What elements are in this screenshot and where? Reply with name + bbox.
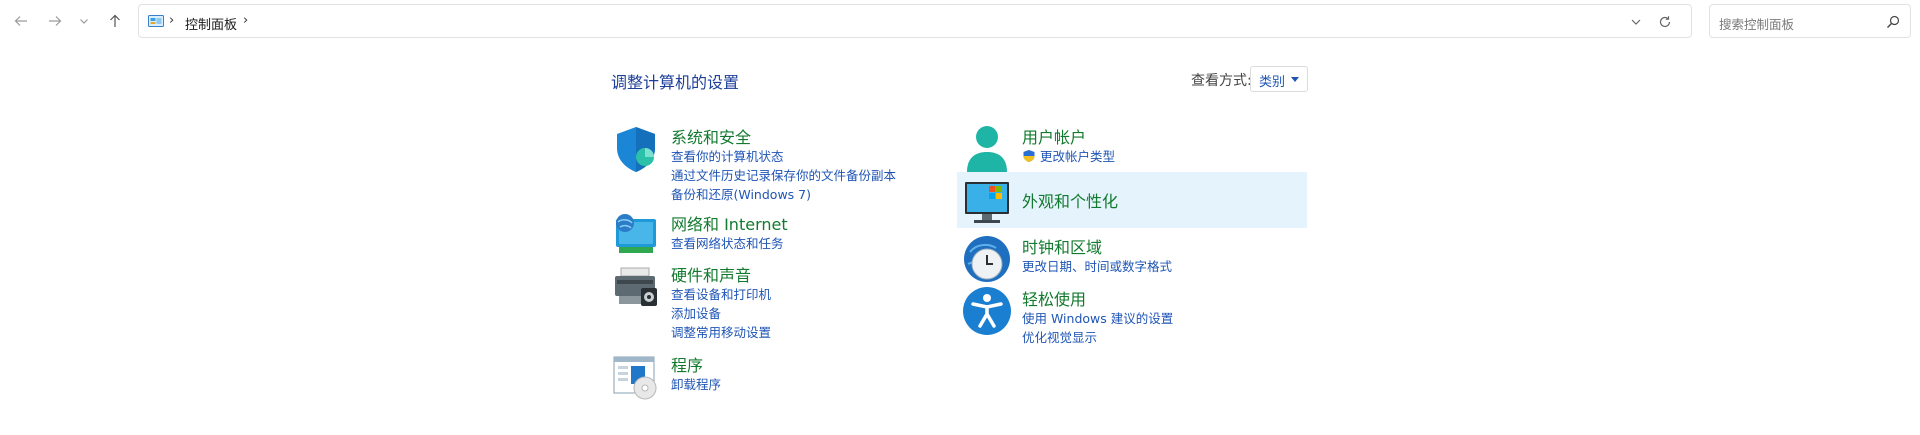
chevron-down-icon xyxy=(80,19,88,24)
link-file-history-backup[interactable]: 通过文件历史记录保存你的文件备份副本 xyxy=(671,165,896,184)
search-input[interactable]: 搜索控制面板 xyxy=(1719,14,1794,33)
clock-globe-icon xyxy=(962,234,1012,284)
link-recommended-settings[interactable]: 使用 Windows 建议的设置 xyxy=(1022,308,1173,327)
network-globe-icon xyxy=(611,211,661,261)
link-optimize-visual-display[interactable]: 优化视觉显示 xyxy=(1022,327,1097,346)
view-by-value: 类别 xyxy=(1259,75,1286,90)
link-change-account-type-text: 更改帐户类型 xyxy=(1039,149,1115,164)
link-view-network-status[interactable]: 查看网络状态和任务 xyxy=(671,233,784,252)
search-icon[interactable] xyxy=(1886,14,1900,33)
chevron-down-icon xyxy=(1631,19,1641,25)
address-bar[interactable]: › 控制面板 › xyxy=(138,4,1692,38)
arrow-right-icon xyxy=(49,16,62,26)
accessibility-icon xyxy=(962,286,1012,336)
recent-locations-button[interactable] xyxy=(74,8,94,34)
category-title[interactable]: 外观和个性化 xyxy=(1022,188,1118,212)
shield-icon xyxy=(611,124,661,174)
forward-button[interactable] xyxy=(42,8,68,34)
category-title[interactable]: 轻松使用 xyxy=(1022,286,1086,310)
link-change-account-type[interactable]: 更改帐户类型 xyxy=(1022,146,1115,165)
category-title[interactable]: 用户帐户 xyxy=(1022,124,1086,148)
category-programs[interactable]: 程序 卸载程序 xyxy=(611,352,931,402)
uac-shield-icon xyxy=(1023,150,1035,162)
arrow-up-icon xyxy=(110,14,120,27)
search-box[interactable]: 搜索控制面板 xyxy=(1709,4,1911,38)
link-change-date-time-format[interactable]: 更改日期、时间或数字格式 xyxy=(1022,256,1172,275)
breadcrumb-separator-trailing[interactable]: › xyxy=(243,13,248,28)
refresh-icon xyxy=(1659,16,1671,28)
category-appearance-personalization[interactable]: 外观和个性化 xyxy=(962,180,1282,224)
category-system-security[interactable]: 系统和安全 查看你的计算机状态 通过文件历史记录保存你的文件备份副本 备份和还原… xyxy=(611,124,931,204)
link-uninstall-program[interactable]: 卸载程序 xyxy=(671,374,721,393)
user-icon xyxy=(962,124,1012,174)
category-title[interactable]: 系统和安全 xyxy=(671,124,751,148)
dropdown-arrow-icon xyxy=(1291,77,1299,82)
category-title[interactable]: 时钟和区域 xyxy=(1022,234,1102,258)
refresh-button[interactable] xyxy=(1658,14,1672,33)
address-history-dropdown[interactable] xyxy=(1629,14,1643,33)
back-button[interactable] xyxy=(8,8,34,34)
link-mobility-settings[interactable]: 调整常用移动设置 xyxy=(671,322,771,341)
category-network-internet[interactable]: 网络和 Internet 查看网络状态和任务 xyxy=(611,211,931,261)
category-hardware-sound[interactable]: 硬件和声音 查看设备和打印机 添加设备 调整常用移动设置 xyxy=(611,262,931,342)
breadcrumb-separator: › xyxy=(169,13,175,28)
link-view-computer-status[interactable]: 查看你的计算机状态 xyxy=(671,146,784,165)
link-devices-printers[interactable]: 查看设备和打印机 xyxy=(671,284,771,303)
category-title[interactable]: 网络和 Internet xyxy=(671,211,788,235)
view-by-dropdown[interactable]: 类别 xyxy=(1250,66,1308,92)
category-clock-region[interactable]: 时钟和区域 更改日期、时间或数字格式 xyxy=(962,234,1282,284)
category-title[interactable]: 硬件和声音 xyxy=(671,262,751,286)
page-title: 调整计算机的设置 xyxy=(611,73,740,92)
breadcrumb-control-panel[interactable]: 控制面板 xyxy=(185,14,237,33)
category-title[interactable]: 程序 xyxy=(671,352,703,376)
programs-disc-icon xyxy=(611,352,661,402)
link-backup-restore[interactable]: 备份和还原(Windows 7) xyxy=(671,184,811,203)
printer-icon xyxy=(611,262,661,312)
arrow-left-icon xyxy=(14,16,27,26)
link-add-device[interactable]: 添加设备 xyxy=(671,303,721,322)
view-by-label: 查看方式: xyxy=(1191,73,1252,89)
control-panel-icon xyxy=(148,14,164,33)
monitor-palette-icon xyxy=(962,180,1012,230)
category-user-accounts[interactable]: 用户帐户 更改帐户类型 xyxy=(962,124,1282,174)
category-ease-of-access[interactable]: 轻松使用 使用 Windows 建议的设置 优化视觉显示 xyxy=(962,286,1282,346)
up-button[interactable] xyxy=(102,8,128,34)
